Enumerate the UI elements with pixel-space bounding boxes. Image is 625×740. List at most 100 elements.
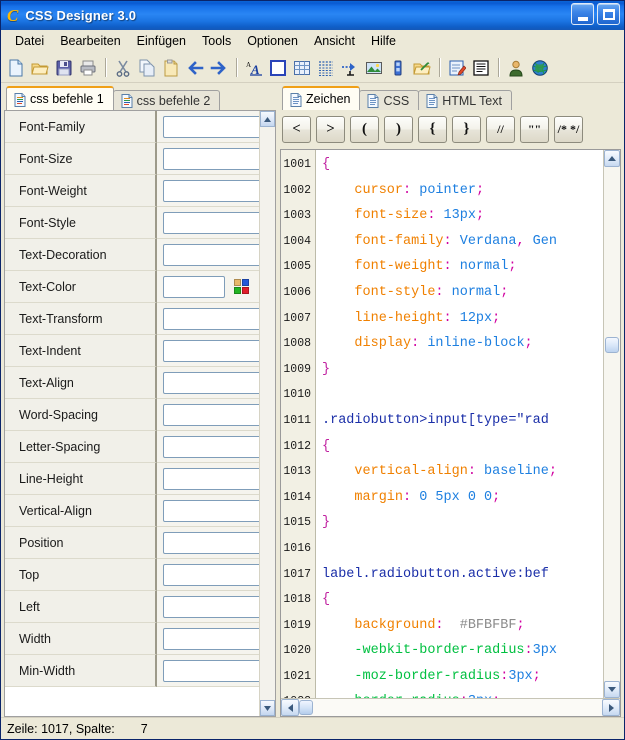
combo-input[interactable] [164, 340, 259, 361]
combo-text-indent[interactable] [163, 339, 259, 362]
menu-item-hilfe[interactable]: Hilfe [363, 32, 404, 50]
text-color-input[interactable] [163, 275, 225, 298]
editor-vertical-scrollbar[interactable] [603, 150, 620, 698]
insert-lt-button[interactable]: < [282, 116, 311, 143]
combo-input[interactable] [164, 532, 259, 553]
scroll-up-button[interactable] [260, 111, 275, 127]
code-line[interactable]: font-style: normal; [322, 280, 603, 306]
code-text-area[interactable]: 1001 1002 1003 1004 1005 1006 1007 1008 1009 1010… [281, 150, 603, 698]
color-swatch[interactable] [234, 279, 241, 286]
paste-icon[interactable] [160, 57, 182, 79]
menu-item-bearbeiten[interactable]: Bearbeiten [52, 32, 128, 50]
combo-text-transform[interactable] [163, 307, 259, 330]
code-line[interactable]: { [322, 434, 603, 460]
globe-icon[interactable] [529, 57, 551, 79]
right-tab-css[interactable]: CSS [359, 90, 420, 110]
combo-position[interactable] [163, 531, 259, 554]
code-line[interactable]: line-height: 12px; [322, 306, 603, 332]
menu-item-ansicht[interactable]: Ansicht [306, 32, 363, 50]
editor-horizontal-scrollbar[interactable] [281, 698, 620, 716]
insert-gt-button[interactable]: > [316, 116, 345, 143]
code-line[interactable]: margin: 0 5px 0 0; [322, 485, 603, 511]
combo-input[interactable] [164, 212, 259, 233]
code-line[interactable]: -webkit-border-radius:3px [322, 638, 603, 664]
insert-rbrace-button[interactable]: } [452, 116, 481, 143]
scroll-down-button[interactable] [260, 700, 275, 716]
combo-input[interactable] [164, 596, 259, 617]
combo-input[interactable] [164, 436, 259, 457]
square-border-icon[interactable] [267, 57, 289, 79]
combo-word-spacing[interactable] [163, 403, 259, 426]
menu-item-tools[interactable]: Tools [194, 32, 239, 50]
insert-rparen-button[interactable]: ) [384, 116, 413, 143]
combo-top[interactable] [163, 563, 259, 586]
text-block-icon[interactable] [470, 57, 492, 79]
code-line[interactable]: { [322, 152, 603, 178]
combo-font-style[interactable] [163, 211, 259, 234]
code-line[interactable]: border-radius:3px; [322, 689, 603, 698]
open-project-icon[interactable] [411, 57, 433, 79]
combo-input[interactable] [164, 148, 259, 169]
print-icon[interactable] [77, 57, 99, 79]
code-line[interactable]: vertical-align: baseline; [322, 459, 603, 485]
code-line[interactable]: } [322, 510, 603, 536]
minimize-button[interactable] [571, 3, 594, 25]
code-line[interactable]: cursor: pointer; [322, 178, 603, 204]
color-swatch[interactable] [242, 279, 249, 286]
editor-scroll-track[interactable] [604, 167, 620, 681]
redo-arrow-icon[interactable] [208, 57, 230, 79]
left-tab-css-befehle-2[interactable]: css befehle 2 [112, 90, 221, 110]
copy-icon[interactable] [136, 57, 158, 79]
properties-vertical-scrollbar[interactable] [259, 111, 275, 716]
editor-scroll-up-button[interactable] [604, 150, 620, 167]
list-lines-icon[interactable] [315, 57, 337, 79]
undo-arrow-icon[interactable] [184, 57, 206, 79]
editor-scroll-thumb[interactable] [605, 337, 619, 353]
font-icon[interactable]: AA [243, 57, 265, 79]
combo-input[interactable] [164, 500, 259, 521]
maximize-button[interactable] [597, 3, 620, 25]
cut-scissors-icon[interactable] [112, 57, 134, 79]
insert-comment-block-button[interactable]: /* */ [554, 116, 583, 143]
combo-input[interactable] [164, 660, 259, 681]
combo-input[interactable] [164, 468, 259, 489]
combo-text-align[interactable] [163, 371, 259, 394]
code-line[interactable]: { [322, 587, 603, 613]
combo-input[interactable] [164, 116, 259, 137]
insert-quotes-button[interactable]: "" [520, 116, 549, 143]
code-line[interactable]: display: inline-block; [322, 331, 603, 357]
combo-font-family[interactable] [163, 115, 259, 138]
combo-min-width[interactable] [163, 659, 259, 682]
code-line[interactable]: } [322, 357, 603, 383]
combo-input[interactable] [164, 308, 259, 329]
combo-line-height[interactable] [163, 467, 259, 490]
color-swatch[interactable] [242, 287, 249, 294]
insert-anchor-icon[interactable] [339, 57, 361, 79]
insert-comment-line-button[interactable]: // [486, 116, 515, 143]
combo-width[interactable] [163, 627, 259, 650]
menu-item-einfgen[interactable]: Einfügen [129, 32, 194, 50]
image-icon[interactable] [363, 57, 385, 79]
editor-hscroll-track[interactable] [299, 699, 602, 716]
color-picker-icon[interactable] [234, 279, 249, 294]
editor-scroll-right-button[interactable] [602, 699, 620, 716]
user-icon[interactable] [505, 57, 527, 79]
combo-text-decoration[interactable] [163, 243, 259, 266]
combo-input[interactable] [164, 564, 259, 585]
edit-note-icon[interactable] [446, 57, 468, 79]
code-line[interactable] [322, 536, 603, 562]
combo-left[interactable] [163, 595, 259, 618]
combo-input[interactable] [164, 372, 259, 393]
code-line[interactable]: label.radiobutton.active:bef [322, 562, 603, 588]
color-swatch[interactable] [234, 287, 241, 294]
editor-scroll-left-button[interactable] [281, 699, 299, 716]
code-line[interactable]: font-size: 13px; [322, 203, 603, 229]
combo-vertical-align[interactable] [163, 499, 259, 522]
combo-input[interactable] [164, 404, 259, 425]
save-disk-icon[interactable] [53, 57, 75, 79]
combo-input[interactable] [164, 628, 259, 649]
code-lines[interactable]: { cursor: pointer; font-size: 13px; font… [316, 150, 603, 698]
battery-icon[interactable] [387, 57, 409, 79]
insert-lbrace-button[interactable]: { [418, 116, 447, 143]
combo-input[interactable] [164, 180, 259, 201]
